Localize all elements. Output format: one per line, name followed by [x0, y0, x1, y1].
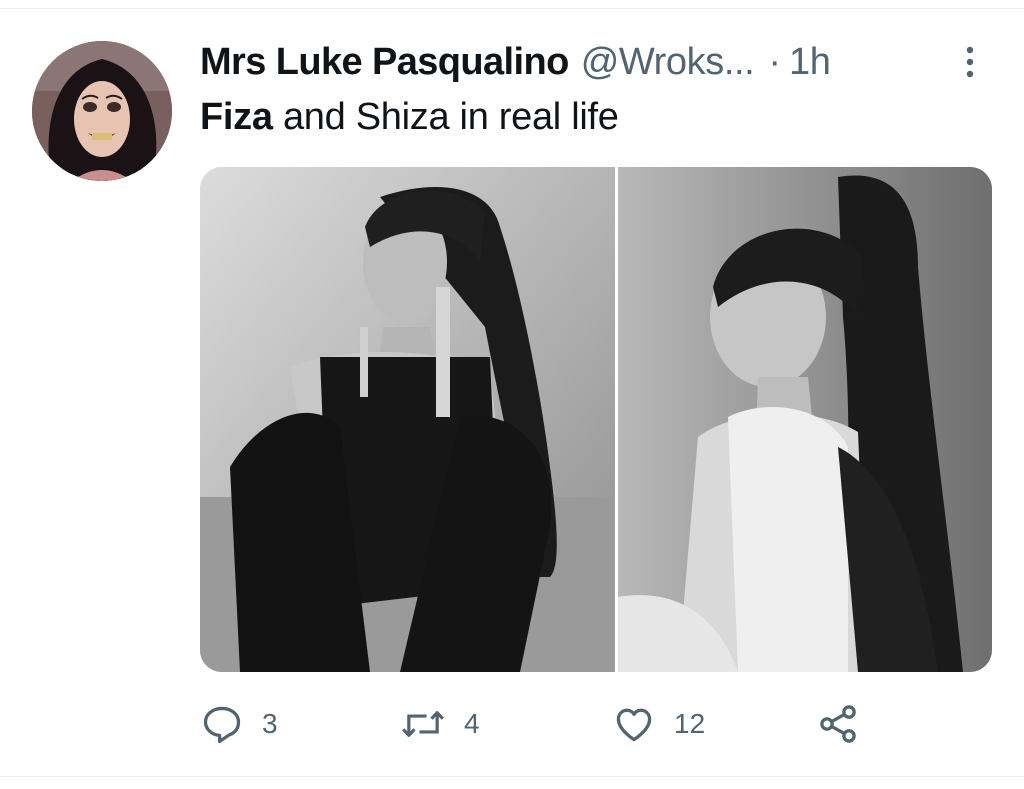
retweet-button[interactable]: 4	[400, 700, 480, 748]
photo-bw-woman-ponytail-earrings-icon	[200, 167, 615, 672]
avatar[interactable]	[32, 41, 172, 181]
tweet-text-bold: Fiza	[200, 96, 273, 138]
photo-left[interactable]	[200, 167, 615, 672]
bottom-divider	[0, 776, 1024, 777]
share-icon	[820, 705, 856, 743]
tweet-text: Fiza and Shiza in real life	[200, 96, 619, 148]
top-divider	[0, 8, 1024, 9]
heart-icon	[616, 708, 652, 742]
like-count: 12	[674, 708, 706, 739]
reply-button[interactable]: 3	[200, 700, 278, 748]
tweet-header: Mrs Luke Pasqualino @Wroks... · 1h	[200, 36, 990, 88]
photo-right[interactable]	[618, 167, 992, 672]
reply-count: 3	[262, 708, 278, 739]
more-vertical-icon	[966, 46, 974, 78]
handle[interactable]: @Wroks...	[581, 41, 755, 84]
share-button[interactable]	[816, 700, 860, 748]
separator-dot: ·	[768, 40, 781, 83]
action-bar: 3 4 12	[200, 700, 992, 748]
timestamp[interactable]: 1h	[789, 41, 831, 84]
photo-bw-woman-high-ponytail-icon	[618, 167, 992, 672]
like-button[interactable]: 12	[612, 700, 705, 748]
reply-icon	[203, 706, 241, 744]
tweet-text-rest: and Shiza in real life	[272, 96, 619, 138]
retweet-count: 4	[464, 708, 480, 739]
media-grid	[200, 167, 992, 672]
profile-photo-icon	[32, 41, 172, 181]
display-name[interactable]: Mrs Luke Pasqualino	[200, 41, 569, 84]
more-options-button[interactable]	[958, 42, 982, 82]
retweet-icon	[402, 711, 444, 737]
